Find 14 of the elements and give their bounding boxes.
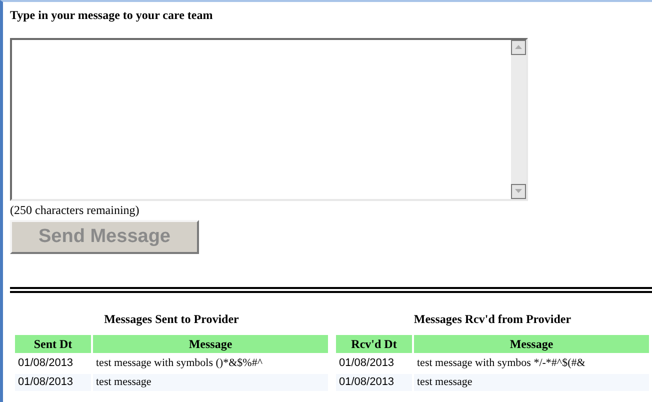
table-cell: test message	[414, 374, 649, 391]
scrollbar[interactable]	[511, 40, 526, 199]
compose-label: Type in your message to your care team	[10, 7, 214, 23]
message-field[interactable]	[10, 38, 528, 201]
table-cell: test message	[93, 374, 328, 391]
column-header: Sent Dt	[15, 335, 91, 353]
table-cell: 01/08/2013	[15, 374, 91, 391]
characters-remaining: (250 characters remaining)	[10, 204, 140, 217]
column-header: Message	[93, 335, 328, 353]
column-header: Rcv'd Dt	[336, 335, 412, 353]
table-title: Messages Rcv'd from Provider	[414, 311, 572, 327]
table-cell: 01/08/2013	[336, 374, 412, 391]
table-title: Messages Sent to Provider	[104, 311, 239, 327]
column-header: Message	[414, 335, 649, 353]
